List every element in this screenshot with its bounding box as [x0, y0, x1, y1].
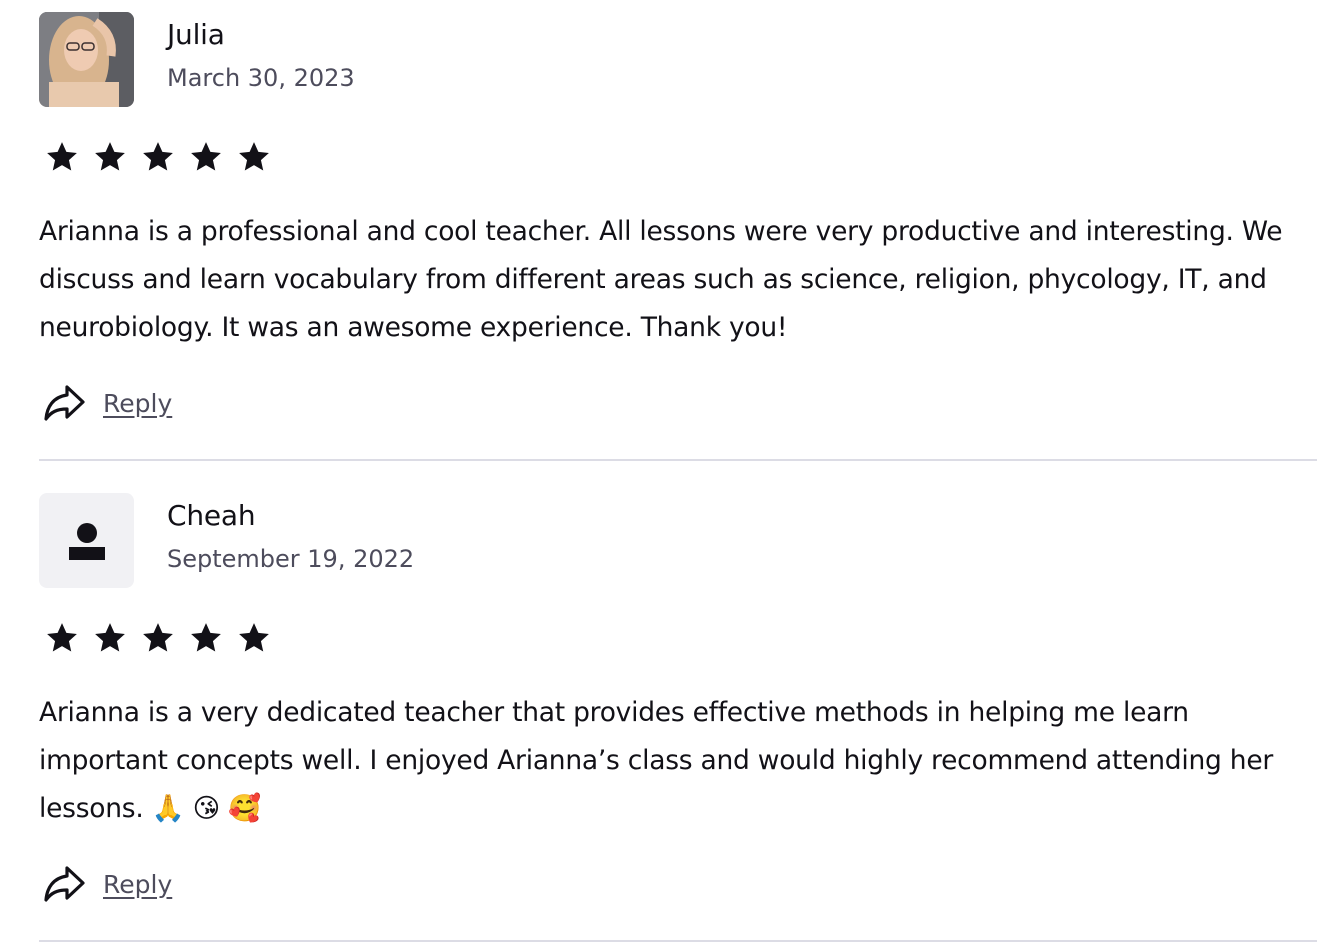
divider	[39, 940, 1317, 942]
review-date: September 19, 2022	[167, 545, 415, 573]
star-rating	[45, 140, 271, 174]
star-icon	[143, 142, 173, 171]
divider	[39, 459, 1317, 461]
reply-button[interactable]: Reply	[43, 383, 172, 423]
review-text: Arianna is a professional and cool teach…	[39, 216, 1283, 343]
avatar[interactable]	[39, 493, 134, 588]
star-icon	[143, 623, 173, 652]
reply-button[interactable]: Reply	[43, 864, 172, 904]
star-icon	[47, 142, 77, 171]
avatar-photo	[39, 12, 134, 107]
star-rating	[45, 621, 271, 655]
review-date: March 30, 2023	[167, 64, 355, 92]
reviewer-name: Cheah	[167, 499, 256, 532]
review-text: Arianna is a very dedicated teacher that…	[39, 697, 1274, 824]
reviewer-name: Julia	[167, 18, 225, 51]
reply-arrow-icon	[44, 385, 85, 421]
avatar[interactable]	[39, 12, 134, 107]
star-icon	[239, 142, 269, 171]
reviews-list: Julia March 30, 2023 Arianna is a profes…	[0, 0, 1330, 950]
reply-arrow-icon	[44, 866, 85, 902]
star-icon	[239, 623, 269, 652]
star-icon	[95, 142, 125, 171]
user-placeholder-icon	[69, 523, 105, 560]
reply-link[interactable]: Reply	[103, 870, 172, 899]
star-icon	[191, 142, 221, 171]
star-icon	[95, 623, 125, 652]
star-icon	[191, 623, 221, 652]
star-icon	[47, 623, 77, 652]
reply-link[interactable]: Reply	[103, 389, 172, 418]
